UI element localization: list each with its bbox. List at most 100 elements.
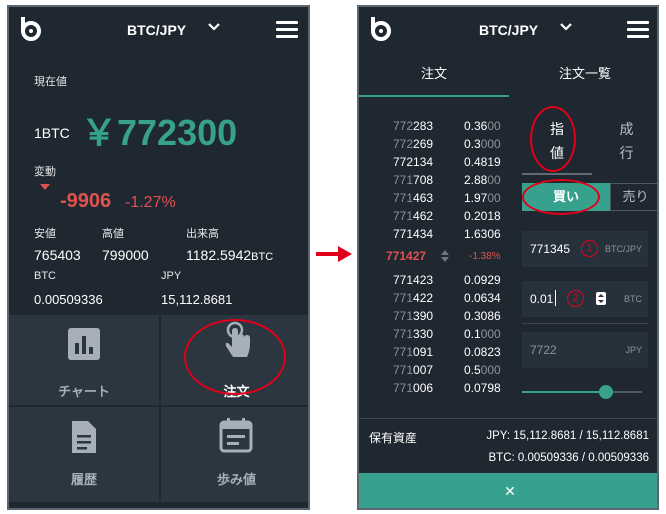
assets-label: 保有資産 — [369, 431, 418, 445]
annotation-marker-1: 1 — [581, 240, 598, 257]
tile-chart[interactable]: チャート — [9, 315, 159, 405]
arrow-right-icon — [316, 246, 352, 267]
order-qty: 0.5000 — [464, 363, 501, 377]
tile-history[interactable]: 履歴 — [9, 407, 159, 502]
order-price: 771007 — [393, 363, 433, 377]
document-icon — [70, 419, 98, 460]
order-qty: 0.1000 — [464, 327, 501, 341]
tab-order[interactable]: 注文 — [359, 57, 509, 97]
order-price: 771330 — [393, 327, 433, 341]
orderbook-row[interactable]: 772283 0.3600 — [359, 117, 519, 135]
qty-significant: 0.1 — [464, 327, 481, 341]
amount-slider[interactable] — [522, 385, 642, 399]
orderbook-row[interactable]: 772134 0.4819 — [359, 153, 519, 171]
menu-icon[interactable] — [627, 21, 649, 39]
menu-icon[interactable] — [276, 21, 298, 39]
current-price: ￥772300 — [81, 112, 238, 153]
order-price: 771462 — [393, 209, 433, 223]
btc-balance-label: BTC — [34, 270, 56, 282]
pair-selector[interactable]: BTC/JPY — [479, 22, 579, 40]
annotation-circle-limit — [530, 106, 576, 172]
price-suffix: 330 — [413, 327, 434, 341]
order-qty: 0.0929 — [464, 273, 501, 287]
qty-padding: 00 — [487, 173, 501, 187]
price-suffix: 462 — [413, 209, 434, 223]
price-suffix: 007 — [413, 363, 434, 377]
annotation-circle-buy — [522, 179, 600, 215]
amount-input[interactable]: 0.01 BTC — [522, 281, 648, 317]
order-qty: 0.3600 — [464, 119, 501, 133]
qty-significant: 2.88 — [464, 173, 488, 187]
price-suffix: 283 — [413, 119, 434, 133]
high-label: 高値 — [102, 228, 124, 240]
order-type-market-label: 成行 — [619, 121, 634, 161]
qty-significant: 0.0634 — [464, 291, 501, 305]
order-price: 771708 — [393, 173, 433, 187]
order-qty: 0.3000 — [464, 137, 501, 151]
slider-thumb[interactable] — [599, 385, 613, 399]
order-qty: 2.8800 — [464, 173, 501, 187]
orderbook-row[interactable]: 771434 1.6306 — [359, 225, 519, 243]
order-price: 771434 — [393, 227, 433, 241]
order-price: 772283 — [393, 119, 433, 133]
orderbook-row[interactable]: 771007 0.5000 — [359, 361, 519, 379]
orderbook-row[interactable]: 771463 1.9700 — [359, 189, 519, 207]
price-prefix: 772 — [393, 119, 414, 133]
side-sell-label: 売り — [622, 189, 649, 204]
annotation-marker-2: 2 — [567, 290, 584, 307]
price-prefix: 771 — [393, 209, 414, 223]
qty-padding: 000 — [480, 327, 501, 341]
order-qty: 0.2018 — [464, 209, 501, 223]
qty-significant: 0.3086 — [464, 309, 501, 323]
price-prefix: 771 — [393, 309, 414, 323]
price-suffix: 771434 — [393, 227, 434, 241]
orderbook-row[interactable]: 771006 0.0798 — [359, 379, 519, 397]
close-icon: ✕ — [504, 483, 516, 499]
price-suffix: 463 — [413, 191, 434, 205]
orderbook-row[interactable]: 771708 2.8800 — [359, 171, 519, 189]
qty-significant: 1.97 — [464, 191, 488, 205]
close-button[interactable]: ✕ — [359, 473, 657, 508]
orderbook-row[interactable]: 771091 0.0823 — [359, 343, 519, 361]
orderbook-row[interactable]: 771422 0.0634 — [359, 289, 519, 307]
assets-separator — [359, 418, 657, 419]
price-suffix: 091 — [413, 345, 434, 359]
jpy-balance-value: 15,112.8681 — [161, 292, 233, 307]
pair-selector[interactable]: BTC/JPY — [127, 22, 227, 40]
volume-unit: BTC — [251, 251, 274, 263]
order-price: 771422 — [393, 291, 433, 305]
orderbook-row[interactable]: 772269 0.3000 — [359, 135, 519, 153]
app-logo — [370, 17, 392, 41]
tile-chart-label: チャート — [58, 384, 110, 399]
btc-balance-value: 0.00509336 — [34, 292, 103, 307]
home-screen: BTC/JPY 現在値 1BTC ￥772300 変動 -9906 -1.27%… — [7, 5, 310, 510]
tile-trades[interactable]: 歩み値 — [161, 407, 308, 502]
order-type-market[interactable]: 成行 — [592, 107, 657, 175]
tab-order-list-label: 注文一覧 — [558, 66, 611, 81]
divider — [522, 323, 648, 324]
orderbook-row[interactable]: 771390 0.3086 — [359, 307, 519, 325]
orderbook-row[interactable]: 771462 0.2018 — [359, 207, 519, 225]
assets-btc: BTC: 0.00509336 / 0.00509336 — [488, 452, 650, 464]
price-suffix: 422 — [413, 291, 434, 305]
stepper-icon[interactable] — [596, 292, 606, 305]
qty-significant: 0.2018 — [464, 209, 501, 223]
volume-number: 1182.5942 — [186, 247, 252, 263]
down-arrow-icon — [40, 184, 50, 190]
order-qty: 0.4819 — [464, 155, 501, 169]
tab-order-label: 注文 — [420, 66, 447, 81]
orderbook-row[interactable]: 771423 0.0929 — [359, 271, 519, 289]
qty-significant: 0.0929 — [464, 273, 501, 287]
price-prefix: 771 — [393, 291, 414, 305]
price-prefix: 771 — [393, 363, 414, 377]
order-qty: 1.9700 — [464, 191, 501, 205]
tile-trades-label: 歩み値 — [216, 472, 256, 487]
mid-percent: -1.38% — [469, 251, 501, 262]
side-sell-button[interactable]: 売り — [610, 183, 657, 211]
high-value: 799000 — [102, 247, 149, 263]
app-logo — [20, 17, 42, 41]
volume-label: 出来高 — [186, 228, 219, 240]
orderbook-row[interactable]: 771330 0.1000 — [359, 325, 519, 343]
total-unit: JPY — [625, 345, 642, 355]
tab-order-list[interactable]: 注文一覧 — [509, 57, 657, 97]
